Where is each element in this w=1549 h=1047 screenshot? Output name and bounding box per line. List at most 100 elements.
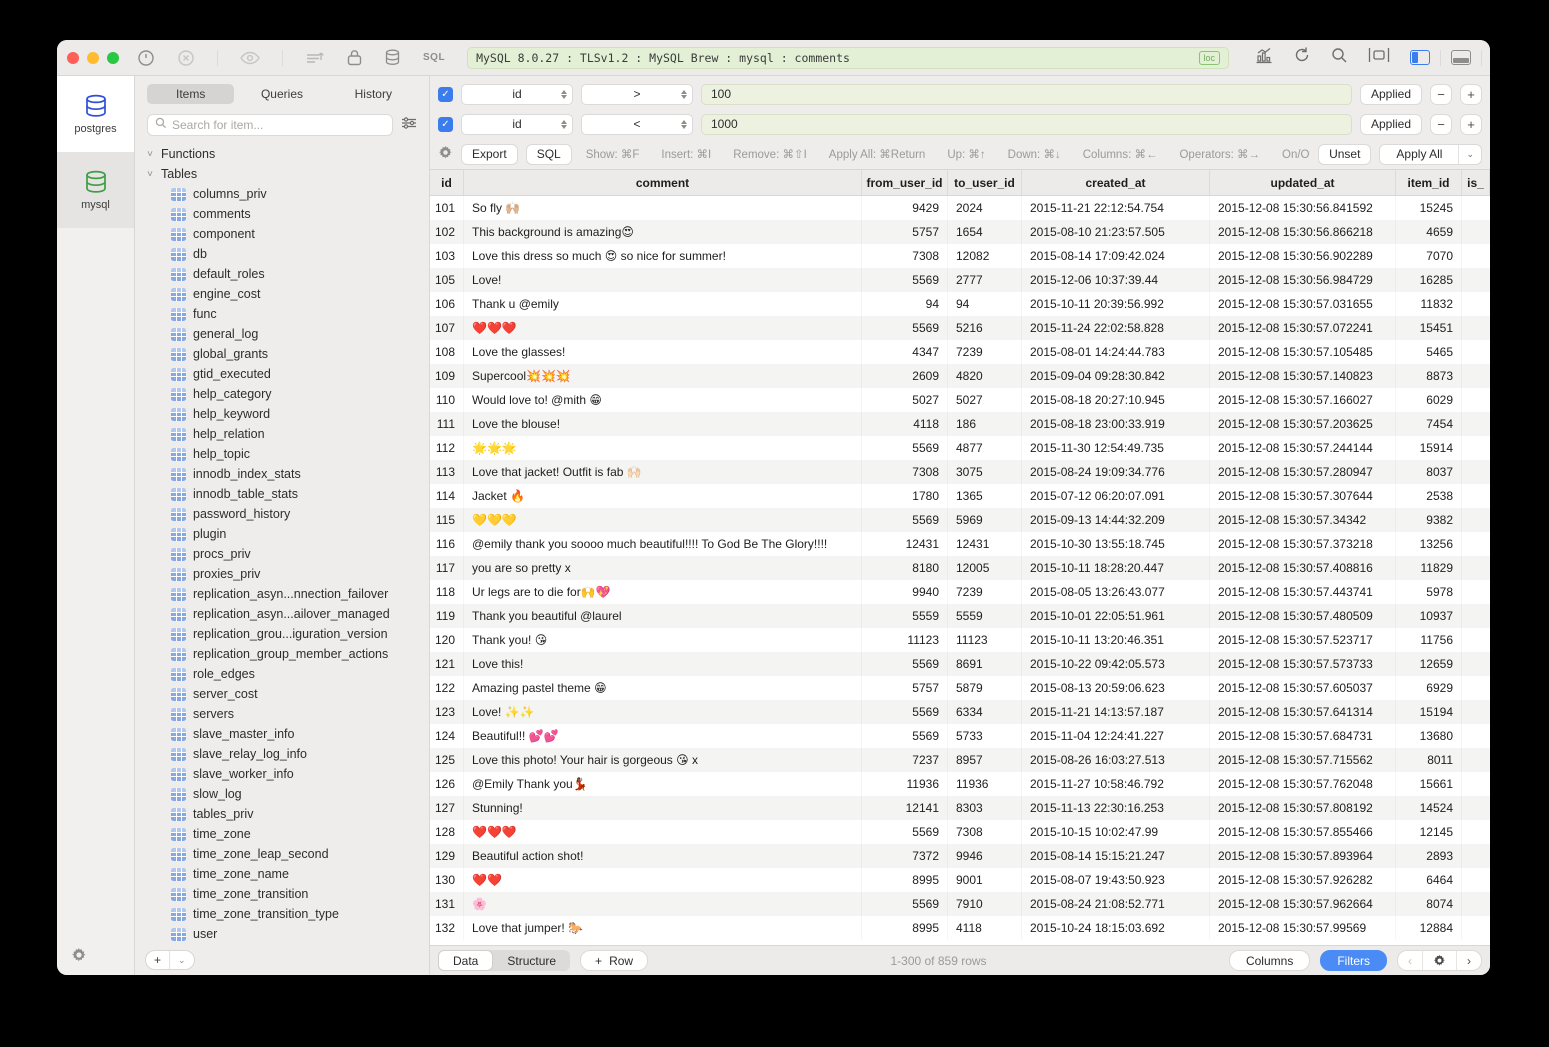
cell-updated-at[interactable]: 2015-12-08 15:30:57.641314 xyxy=(1210,700,1396,724)
item-search-field[interactable] xyxy=(147,114,393,136)
cell-comment[interactable]: Love! ✨✨ xyxy=(464,700,862,724)
cell-to-user-id[interactable]: 6334 xyxy=(948,700,1022,724)
cell-comment[interactable]: Ur legs are to die for🙌💖 xyxy=(464,580,862,604)
cell-created-at[interactable]: 2015-12-06 10:37:39.44 xyxy=(1022,268,1210,292)
sidebar-table-item[interactable]: time_zone_transition xyxy=(145,884,429,904)
cell-item-id[interactable]: 7454 xyxy=(1396,412,1462,436)
cell-id[interactable]: 129 xyxy=(430,844,464,868)
cell-is[interactable] xyxy=(1462,700,1490,724)
cell-comment[interactable]: 🌟🌟🌟 xyxy=(464,436,862,460)
cell-from-user-id[interactable]: 5569 xyxy=(862,700,948,724)
cell-updated-at[interactable]: 2015-12-08 15:30:57.34342 xyxy=(1210,508,1396,532)
tab-queries[interactable]: Queries xyxy=(238,84,325,104)
preview-eye-icon[interactable] xyxy=(240,51,260,65)
table-row[interactable]: 122 Amazing pastel theme 😁 5757 5879 201… xyxy=(430,676,1490,700)
cell-id[interactable]: 114 xyxy=(430,484,464,508)
chart-icon[interactable] xyxy=(1255,47,1273,69)
cell-created-at[interactable]: 2015-08-10 21:23:57.505 xyxy=(1022,220,1210,244)
cell-comment[interactable]: ❤️❤️ xyxy=(464,868,862,892)
minimize-button[interactable] xyxy=(87,52,99,64)
cell-id[interactable]: 124 xyxy=(430,724,464,748)
cell-updated-at[interactable]: 2015-12-08 15:30:57.072241 xyxy=(1210,316,1396,340)
cell-created-at[interactable]: 2015-08-13 20:59:06.623 xyxy=(1022,676,1210,700)
sidebar-table-item[interactable]: component xyxy=(145,224,429,244)
cell-id[interactable]: 128 xyxy=(430,820,464,844)
refresh-icon[interactable] xyxy=(1293,46,1311,69)
cell-id[interactable]: 113 xyxy=(430,460,464,484)
cell-id[interactable]: 130 xyxy=(430,868,464,892)
cell-to-user-id[interactable]: 12005 xyxy=(948,556,1022,580)
cell-is[interactable] xyxy=(1462,340,1490,364)
table-row[interactable]: 117 you are so pretty x 8180 12005 2015-… xyxy=(430,556,1490,580)
cell-is[interactable] xyxy=(1462,412,1490,436)
cell-is[interactable] xyxy=(1462,268,1490,292)
cell-is[interactable] xyxy=(1462,556,1490,580)
table-row[interactable]: 110 Would love to! @mith 😁 5027 5027 201… xyxy=(430,388,1490,412)
table-row[interactable]: 112 🌟🌟🌟 5569 4877 2015-11-30 12:54:49.73… xyxy=(430,436,1490,460)
cell-created-at[interactable]: 2015-08-07 19:43:50.923 xyxy=(1022,868,1210,892)
cell-is[interactable] xyxy=(1462,604,1490,628)
table-row[interactable]: 123 Love! ✨✨ 5569 6334 2015-11-21 14:13:… xyxy=(430,700,1490,724)
tab-history[interactable]: History xyxy=(330,84,417,104)
cell-created-at[interactable]: 2015-11-21 14:13:57.187 xyxy=(1022,700,1210,724)
cell-is[interactable] xyxy=(1462,628,1490,652)
cell-id[interactable]: 112 xyxy=(430,436,464,460)
cell-item-id[interactable]: 16285 xyxy=(1396,268,1462,292)
cell-from-user-id[interactable]: 5569 xyxy=(862,508,948,532)
table-row[interactable]: 132 Love that jumper! 🐎 8995 4118 2015-1… xyxy=(430,916,1490,940)
cell-id[interactable]: 120 xyxy=(430,628,464,652)
remove-filter-button[interactable]: − xyxy=(1430,84,1452,105)
sidebar-table-item[interactable]: password_history xyxy=(145,504,429,524)
cell-comment[interactable]: Thank you! 😘 xyxy=(464,628,862,652)
cell-item-id[interactable]: 6929 xyxy=(1396,676,1462,700)
table-row[interactable]: 101 So fly 🙌🏼 9429 2024 2015-11-21 22:12… xyxy=(430,196,1490,220)
search-icon[interactable] xyxy=(1331,47,1348,69)
cell-item-id[interactable]: 15914 xyxy=(1396,436,1462,460)
cell-item-id[interactable]: 15245 xyxy=(1396,196,1462,220)
sidebar-table-item[interactable]: default_roles xyxy=(145,264,429,284)
cell-updated-at[interactable]: 2015-12-08 15:30:57.893964 xyxy=(1210,844,1396,868)
cell-comment[interactable]: ❤️❤️❤️ xyxy=(464,820,862,844)
sidebar-table-item[interactable]: proxies_priv xyxy=(145,564,429,584)
tab-structure[interactable]: Structure xyxy=(493,950,570,971)
cell-to-user-id[interactable]: 2024 xyxy=(948,196,1022,220)
cell-from-user-id[interactable]: 5569 xyxy=(862,820,948,844)
sidebar-table-item[interactable]: global_grants xyxy=(145,344,429,364)
cell-comment[interactable]: Beautiful action shot! xyxy=(464,844,862,868)
table-row[interactable]: 103 Love this dress so much 😍 so nice fo… xyxy=(430,244,1490,268)
sidebar-table-item[interactable]: server_cost xyxy=(145,684,429,704)
cell-from-user-id[interactable]: 1780 xyxy=(862,484,948,508)
cell-comment[interactable]: you are so pretty x xyxy=(464,556,862,580)
cell-from-user-id[interactable]: 7308 xyxy=(862,460,948,484)
cell-comment[interactable]: Love this dress so much 😍 so nice for su… xyxy=(464,244,862,268)
cell-to-user-id[interactable]: 4877 xyxy=(948,436,1022,460)
cell-id[interactable]: 132 xyxy=(430,916,464,940)
sidebar-table-item[interactable]: engine_cost xyxy=(145,284,429,304)
cell-to-user-id[interactable]: 8303 xyxy=(948,796,1022,820)
cell-is[interactable] xyxy=(1462,652,1490,676)
table-row[interactable]: 116 @emily thank you soooo much beautifu… xyxy=(430,532,1490,556)
filter-field-select[interactable]: id xyxy=(461,114,573,135)
cell-item-id[interactable]: 15661 xyxy=(1396,772,1462,796)
cell-from-user-id[interactable]: 5569 xyxy=(862,652,948,676)
pending-changes-icon[interactable] xyxy=(305,50,325,66)
sql-editor-icon[interactable]: SQL xyxy=(423,52,445,63)
cell-updated-at[interactable]: 2015-12-08 15:30:57.031655 xyxy=(1210,292,1396,316)
filter-value-input[interactable] xyxy=(701,84,1352,105)
cell-to-user-id[interactable]: 12082 xyxy=(948,244,1022,268)
cell-to-user-id[interactable]: 5969 xyxy=(948,508,1022,532)
column-header-comment[interactable]: comment xyxy=(464,170,862,195)
cell-created-at[interactable]: 2015-08-26 16:03:27.513 xyxy=(1022,748,1210,772)
sidebar-table-item[interactable]: comments xyxy=(145,204,429,224)
cell-id[interactable]: 119 xyxy=(430,604,464,628)
cell-from-user-id[interactable]: 11936 xyxy=(862,772,948,796)
sidebar-table-item[interactable]: help_keyword xyxy=(145,404,429,424)
cell-id[interactable]: 106 xyxy=(430,292,464,316)
cell-item-id[interactable]: 11832 xyxy=(1396,292,1462,316)
toggle-left-panel-icon[interactable] xyxy=(1410,50,1430,65)
cell-to-user-id[interactable]: 5027 xyxy=(948,388,1022,412)
cell-item-id[interactable]: 12145 xyxy=(1396,820,1462,844)
cell-to-user-id[interactable]: 94 xyxy=(948,292,1022,316)
cell-is[interactable] xyxy=(1462,316,1490,340)
add-item-button[interactable]: + xyxy=(146,951,169,969)
